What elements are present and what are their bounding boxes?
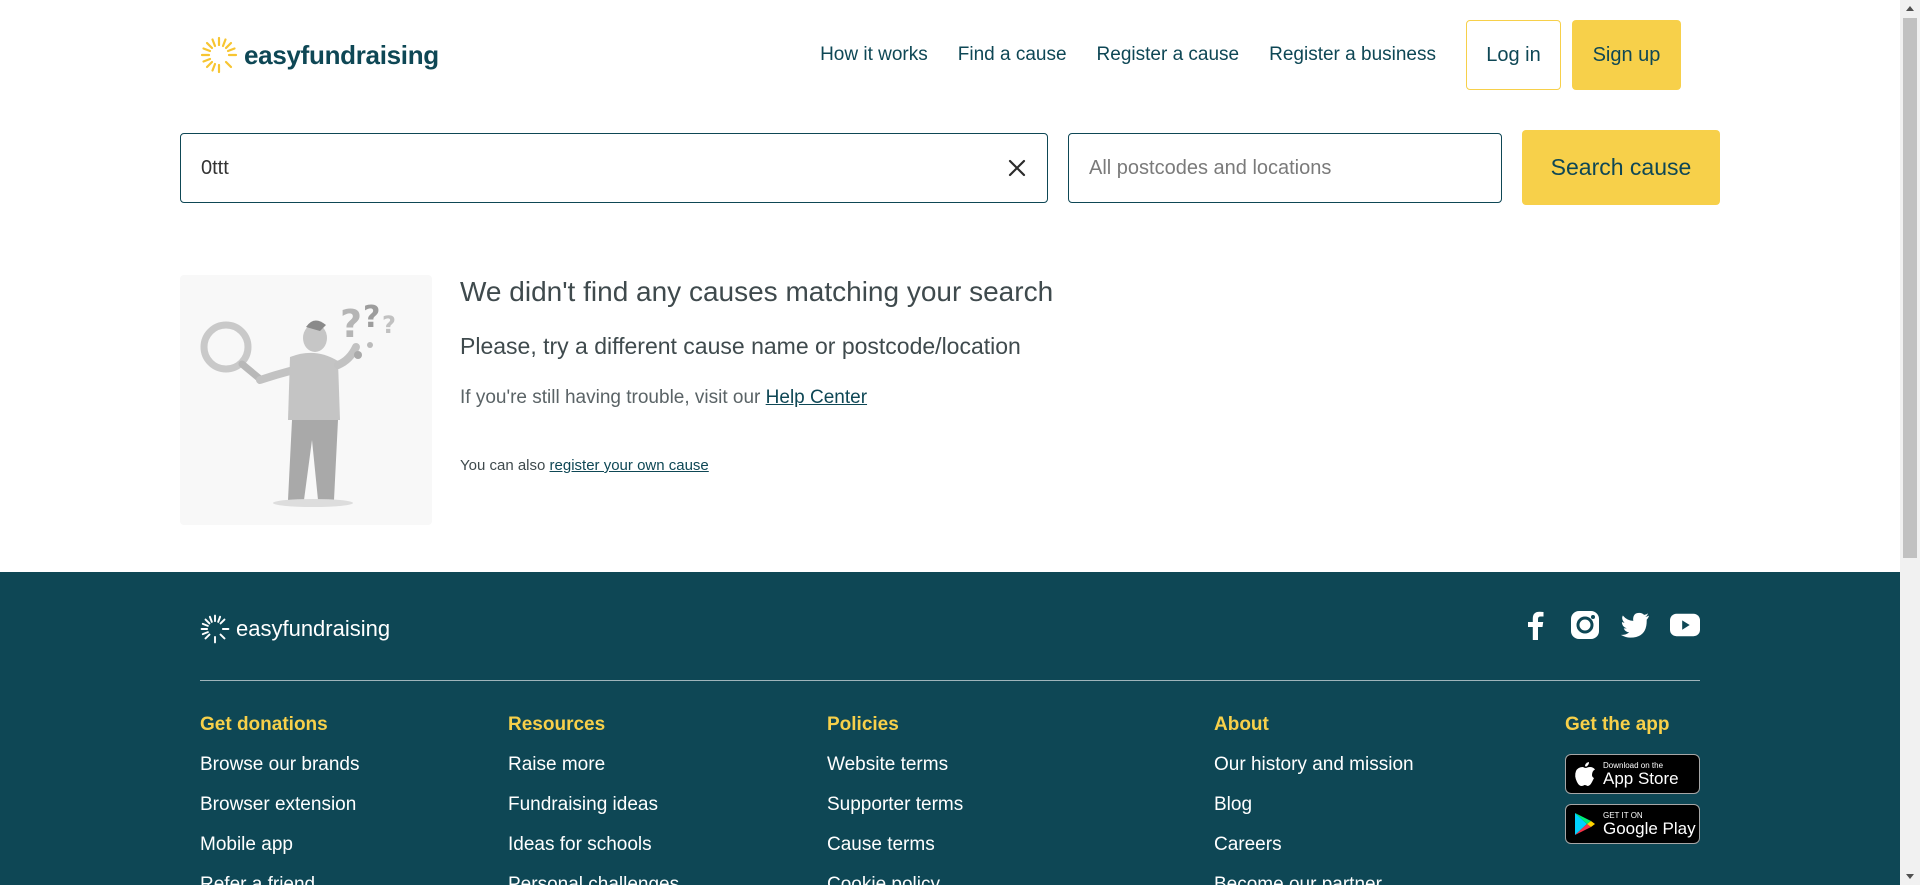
svg-text:?: ? (363, 300, 380, 335)
footer-link[interactable]: Our history and mission (1214, 754, 1414, 794)
clear-icon[interactable] (1005, 156, 1029, 180)
footer-col-heading: Resources (508, 714, 606, 735)
no-results-title: We didn't find any causes matching your … (460, 276, 1054, 307)
sunburst-logo-icon (200, 36, 238, 74)
apple-icon (1575, 762, 1595, 786)
footer-link[interactable]: Browse our brands (200, 754, 359, 794)
facebook-icon[interactable] (1520, 610, 1550, 640)
footer-link[interactable]: Website terms (827, 754, 963, 794)
footer-link[interactable]: Blog (1214, 794, 1414, 834)
register-cause-link[interactable]: register your own cause (550, 457, 709, 474)
app-store-big-text: App Store (1603, 768, 1679, 788)
nav-find-a-cause[interactable]: Find a cause (958, 44, 1067, 66)
footer-col-get-donations: Get donations Browse our brands Browser … (200, 714, 359, 885)
logo[interactable]: easyfundraising (200, 36, 439, 74)
footer-link[interactable]: Cause terms (827, 834, 963, 874)
footer-col-heading: Get donations (200, 714, 328, 735)
svg-text:?: ? (340, 302, 362, 346)
instagram-icon[interactable] (1570, 610, 1600, 640)
footer-col-heading: Get the app (1565, 714, 1670, 735)
footer-link[interactable]: Fundraising ideas (508, 794, 679, 834)
main-nav: How it works Find a cause Register a cau… (820, 20, 1681, 90)
site-footer: easyfundraising Get donations Browse our… (0, 572, 1900, 885)
scrollbar-thumb[interactable] (1903, 18, 1917, 558)
footer-link[interactable]: Cookie policy (827, 874, 963, 885)
footer-col-resources: Resources Raise more Fundraising ideas I… (508, 714, 679, 885)
footer-divider (200, 680, 1700, 681)
footer-link[interactable]: Personal challenges (508, 874, 679, 885)
page-scrollbar[interactable] (1900, 0, 1920, 885)
confused-person-illustration: ? ? ? (180, 275, 432, 525)
help-text: If you're still having trouble, visit ou… (460, 387, 867, 409)
footer-link[interactable]: Browser extension (200, 794, 359, 834)
help-center-link[interactable]: Help Center (766, 387, 867, 408)
nav-register-a-cause[interactable]: Register a cause (1097, 44, 1240, 66)
no-results-subtitle: Please, try a different cause name or po… (460, 333, 1021, 359)
footer-link[interactable]: Become our partner (1214, 874, 1414, 885)
sunburst-logo-icon (200, 614, 230, 644)
register-prefix: You can also (460, 457, 550, 474)
cause-search-input[interactable] (201, 134, 961, 202)
confused-person-icon: ? ? ? (200, 300, 396, 507)
site-header: easyfundraising How it works Find a caus… (0, 0, 1900, 110)
cause-search-field (180, 133, 1048, 203)
youtube-icon[interactable] (1670, 610, 1700, 640)
svg-text:?: ? (382, 311, 396, 339)
location-input[interactable] (1089, 134, 1489, 202)
footer-col-about: About Our history and mission Blog Caree… (1214, 714, 1414, 885)
footer-link[interactable]: Supporter terms (827, 794, 963, 834)
footer-link[interactable]: Ideas for schools (508, 834, 679, 874)
footer-col-heading: Policies (827, 714, 899, 735)
app-store-badge[interactable]: Download on the App Store (1565, 754, 1700, 794)
twitter-icon[interactable] (1620, 610, 1650, 640)
scroll-down-arrow-icon[interactable] (1900, 868, 1920, 885)
footer-link[interactable]: Refer a friend (200, 874, 359, 885)
login-button[interactable]: Log in (1466, 20, 1561, 90)
footer-link[interactable]: Careers (1214, 834, 1414, 874)
scroll-up-arrow-icon[interactable] (1900, 0, 1920, 17)
search-cause-button[interactable]: Search cause (1522, 130, 1720, 205)
footer-link[interactable]: Mobile app (200, 834, 359, 874)
help-prefix: If you're still having trouble, visit ou… (460, 387, 766, 408)
google-play-badge[interactable]: GET IT ON Google Play (1565, 804, 1700, 844)
footer-col-heading: About (1214, 714, 1269, 735)
location-field (1068, 133, 1502, 203)
google-play-big-text: Google Play (1603, 818, 1696, 838)
signup-button[interactable]: Sign up (1572, 20, 1681, 90)
nav-register-a-business[interactable]: Register a business (1269, 44, 1436, 66)
footer-logo[interactable]: easyfundraising (200, 614, 390, 644)
footer-col-policies: Policies Website terms Supporter terms C… (827, 714, 963, 885)
logo-text: easyfundraising (244, 39, 439, 70)
footer-link[interactable]: Raise more (508, 754, 679, 794)
nav-how-it-works[interactable]: How it works (820, 44, 928, 66)
register-text: You can also register your own cause (460, 457, 709, 474)
footer-col-get-the-app: Get the app Download on the App Store GE… (1565, 714, 1700, 854)
footer-logo-text: easyfundraising (236, 616, 391, 641)
social-links (1500, 610, 1700, 640)
google-play-icon (1575, 813, 1595, 835)
